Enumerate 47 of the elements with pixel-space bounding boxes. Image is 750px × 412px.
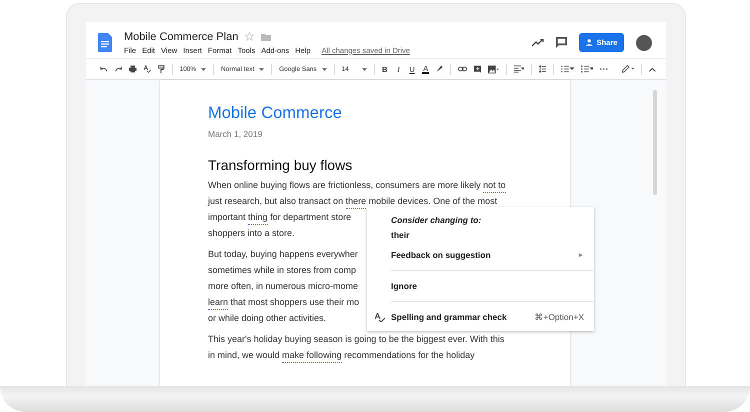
- menu-item[interactable]: Ignore: [367, 276, 594, 296]
- person-icon: [586, 39, 594, 46]
- document-icon[interactable]: [98, 33, 112, 52]
- paragraph-line: learn that most shoppers use their mo: [208, 294, 360, 310]
- paint-format-icon[interactable]: [158, 64, 165, 74]
- star-icon[interactable]: [245, 32, 254, 41]
- pencil-icon[interactable]: [622, 65, 634, 73]
- print-icon[interactable]: [129, 65, 137, 73]
- trend-icon[interactable]: [532, 38, 544, 46]
- document-date: March 1, 2019: [208, 129, 264, 139]
- paragraph-line: But today, buying happens everywher: [208, 248, 358, 261]
- paragraph-line: shoppers into a store.: [208, 227, 295, 240]
- keyboard-shortcut: ⌘+Option+X: [534, 312, 584, 322]
- paragraph-line: in mind, we would make following recommendations for the holiday: [208, 347, 475, 363]
- line-spacing-icon[interactable]: [538, 65, 546, 73]
- document-title[interactable]: Mobile Commerce Plan: [124, 30, 238, 42]
- document-heading: Mobile Commerce: [208, 103, 343, 123]
- caret-icon: [362, 68, 367, 70]
- comment-icon[interactable]: [556, 37, 567, 48]
- spellcheck-icon[interactable]: [144, 65, 152, 73]
- caret-icon: [201, 68, 206, 70]
- paragraph-line: sometimes while in stores from comp: [208, 264, 356, 277]
- image-icon[interactable]: [488, 64, 500, 74]
- paragraph-line: just research, but also transact on there mobile devices. One of the most: [208, 193, 498, 209]
- paragraph-line: more often, in numerous micro-mome: [208, 280, 358, 293]
- section-heading: Transforming buy flows: [208, 156, 354, 174]
- redo-icon[interactable]: [114, 66, 122, 72]
- highlighter-icon[interactable]: [436, 65, 443, 73]
- paragraph-line: or while doing other activities.: [208, 312, 326, 325]
- scrollbar[interactable]: [653, 90, 657, 195]
- link-icon[interactable]: [458, 66, 467, 72]
- paragraph-line: This year's holiday buying season is going to be the biggest ever. With this: [208, 333, 504, 346]
- spellcheck-icon: [375, 312, 385, 322]
- avatar[interactable]: [636, 34, 652, 50]
- caret-icon: [322, 68, 327, 70]
- suggestion-item[interactable]: their: [367, 225, 594, 245]
- caret-icon: [259, 68, 264, 70]
- bulleted-list-icon[interactable]: [580, 65, 594, 73]
- paragraph-line: When online buying flows are frictionless, consumers are more likely not to: [208, 177, 506, 193]
- menu-item[interactable]: Spelling and grammar check: [391, 307, 528, 327]
- paragraph-line: important thing for department store: [208, 209, 352, 225]
- menu-heading: Consider changing to:: [390, 215, 482, 225]
- comment-add-icon[interactable]: [474, 64, 482, 74]
- numbered-list-icon[interactable]: [561, 65, 574, 73]
- undo-icon[interactable]: [100, 66, 108, 72]
- collapse-icon[interactable]: [649, 66, 656, 72]
- align-icon[interactable]: [514, 65, 524, 73]
